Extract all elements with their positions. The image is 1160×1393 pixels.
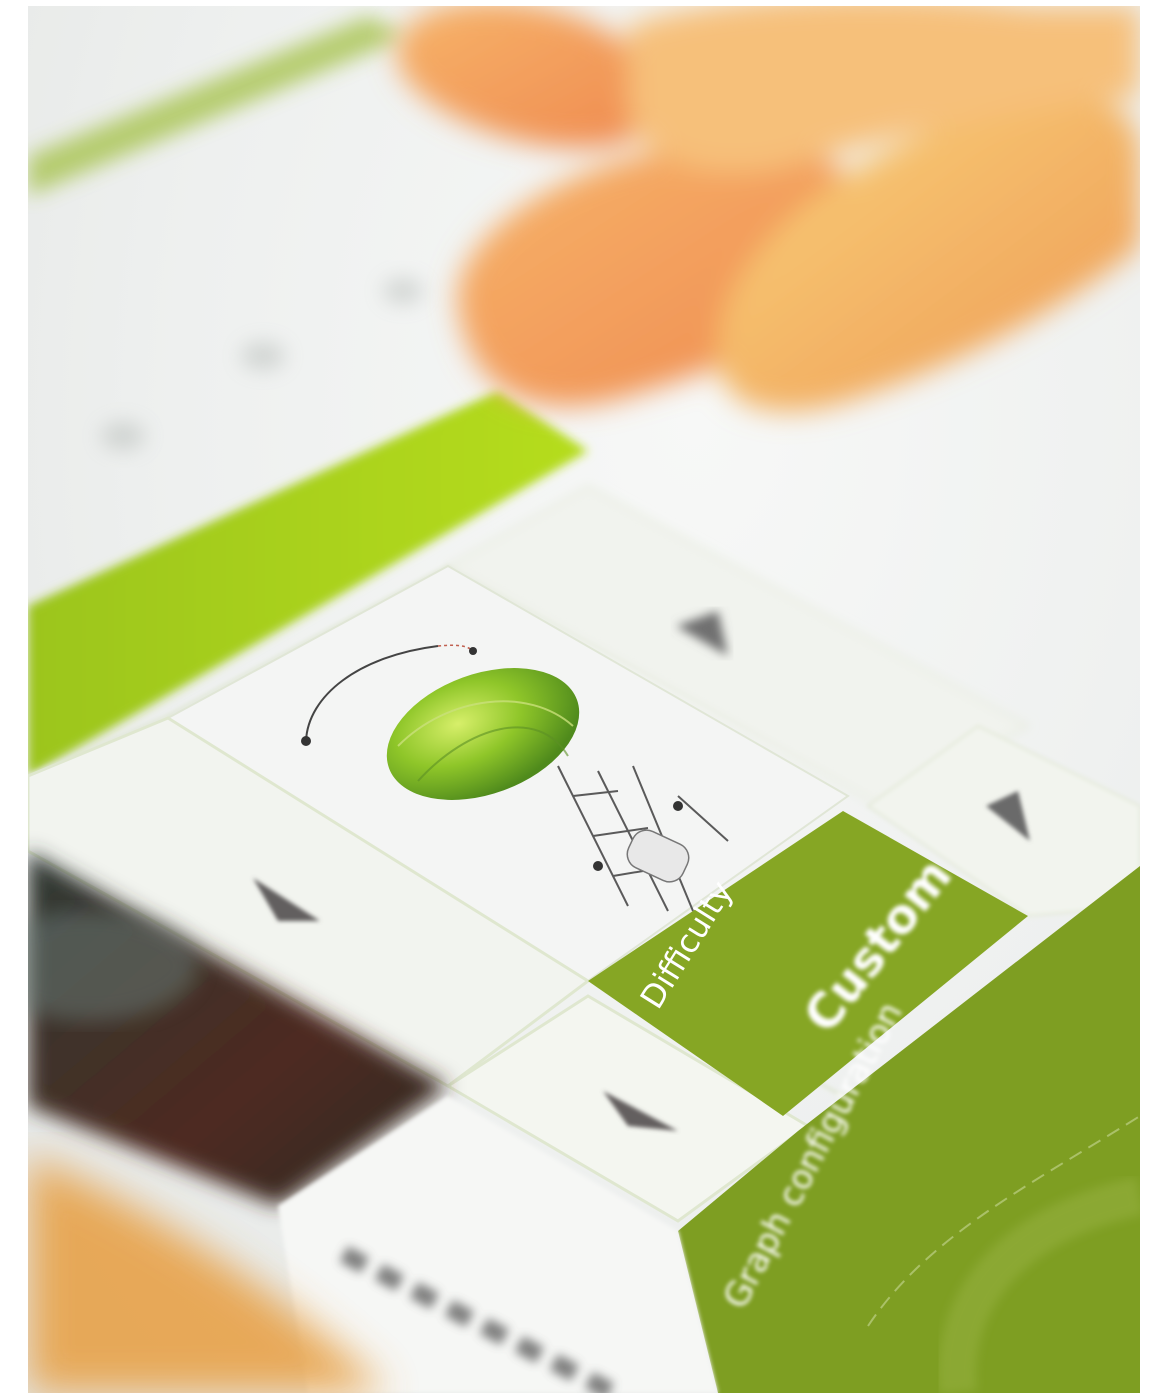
tablet-screen: Difficulty Custom Graph configuration ..… (28, 16, 1140, 1393)
background-keys (101, 278, 423, 450)
top-green-strip (28, 16, 408, 196)
photo-scene: Difficulty Custom Graph configuration ..… (28, 6, 1140, 1393)
